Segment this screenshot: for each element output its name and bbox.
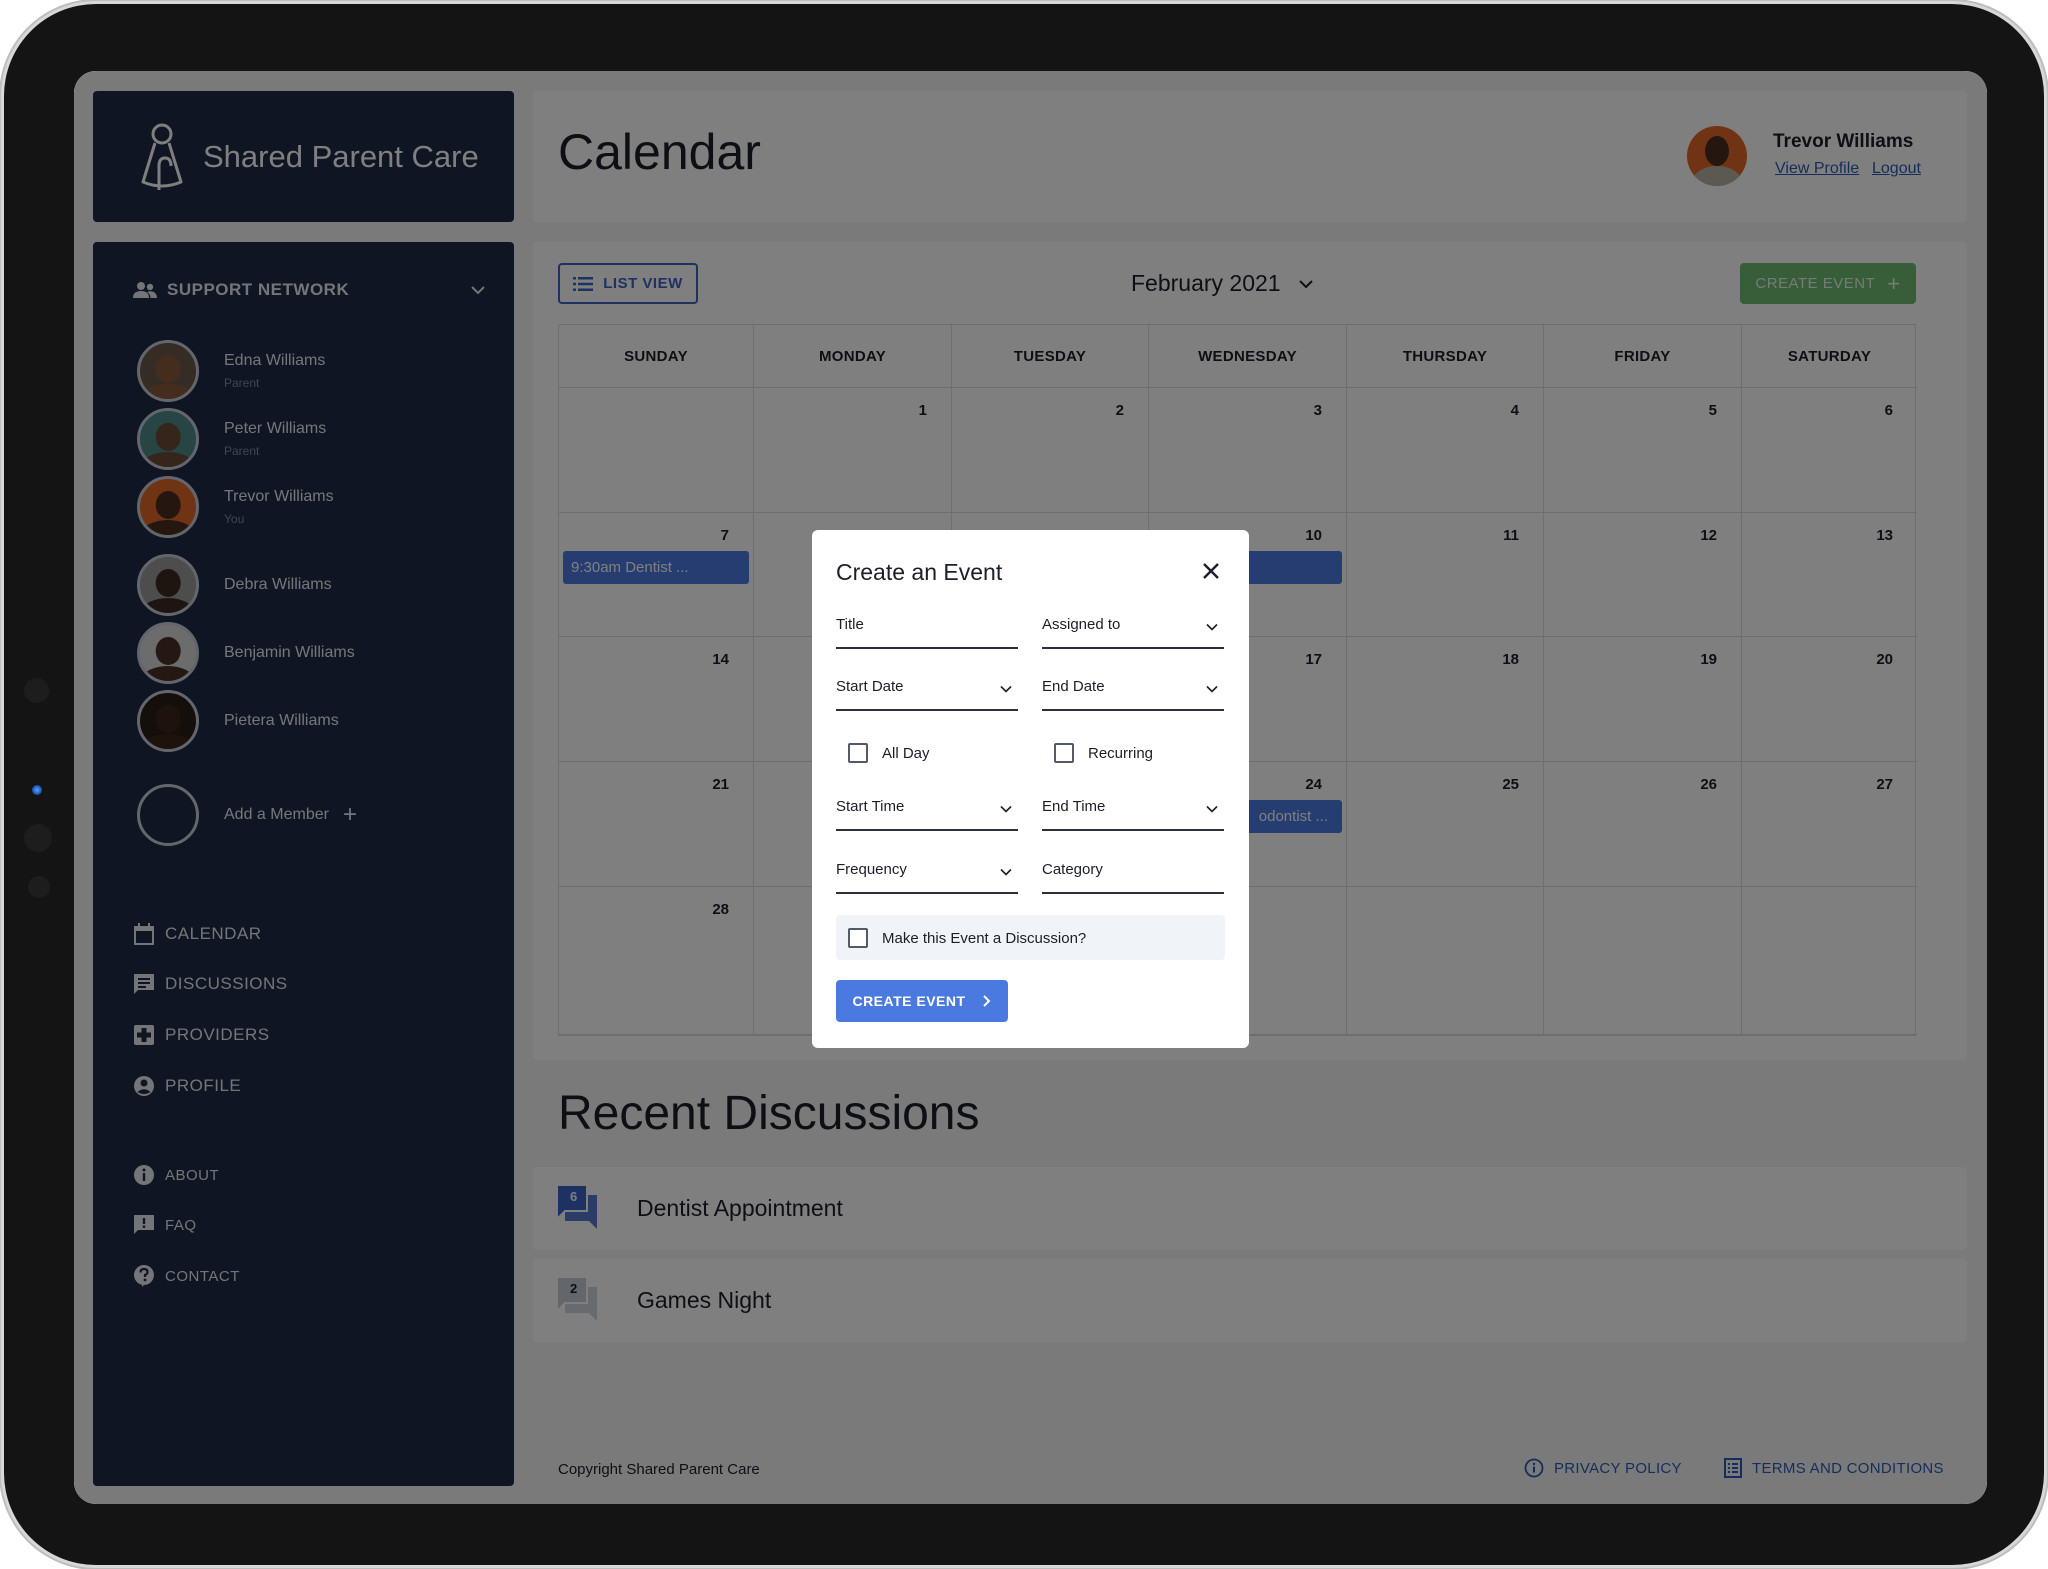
chevron-right-icon xyxy=(982,995,990,1007)
recurring-checkbox[interactable]: Recurring xyxy=(1054,743,1153,763)
category-label: Category xyxy=(1042,861,1103,878)
checkbox-unchecked-icon xyxy=(848,928,868,948)
create-event-modal: Create an Event Title Assigned to Start … xyxy=(812,530,1249,1048)
start-time-label: Start Time xyxy=(836,798,905,815)
title-input[interactable]: Title xyxy=(836,612,1018,649)
screen: Shared Parent Care SUPPORT NETWORK Edna … xyxy=(74,71,1987,1504)
frequency-select[interactable]: Frequency xyxy=(836,857,1018,894)
all-day-checkbox[interactable]: All Day xyxy=(848,743,930,763)
modal-title: Create an Event xyxy=(836,559,1003,585)
make-discussion-checkbox[interactable]: Make this Event a Discussion? xyxy=(848,928,1086,948)
assigned-to-select[interactable]: Assigned to xyxy=(1042,612,1224,649)
title-label: Title xyxy=(836,616,864,633)
close-icon[interactable] xyxy=(1200,560,1222,582)
sensor-dot xyxy=(28,876,50,898)
end-time-label: End Time xyxy=(1042,798,1106,815)
frequency-label: Frequency xyxy=(836,861,907,878)
start-time-select[interactable]: Start Time xyxy=(836,794,1018,831)
chevron-down-icon xyxy=(1206,685,1218,693)
category-input[interactable]: Category xyxy=(1042,857,1224,894)
chevron-down-icon xyxy=(1000,868,1012,876)
camera-led xyxy=(32,785,42,795)
chevron-down-icon xyxy=(1206,623,1218,631)
recurring-label: Recurring xyxy=(1088,744,1154,762)
end-time-select[interactable]: End Time xyxy=(1042,794,1224,831)
tablet-device: Shared Parent Care SUPPORT NETWORK Edna … xyxy=(4,4,2044,1565)
sensor-dot xyxy=(24,678,49,703)
start-date-label: Start Date xyxy=(836,678,904,695)
modal-create-event-label: CREATE EVENT xyxy=(852,993,966,1009)
end-date-select[interactable]: End Date xyxy=(1042,674,1224,711)
chevron-down-icon xyxy=(1206,805,1218,813)
start-date-select[interactable]: Start Date xyxy=(836,674,1018,711)
assigned-to-label: Assigned to xyxy=(1042,616,1121,633)
modal-create-event-button[interactable]: CREATE EVENT xyxy=(836,980,1008,1022)
all-day-label: All Day xyxy=(882,744,930,762)
chevron-down-icon xyxy=(1000,685,1012,693)
checkbox-unchecked-icon xyxy=(848,743,868,763)
make-discussion-label: Make this Event a Discussion? xyxy=(882,929,1087,947)
end-date-label: End Date xyxy=(1042,678,1105,695)
checkbox-unchecked-icon xyxy=(1054,743,1074,763)
chevron-down-icon xyxy=(1000,805,1012,813)
make-discussion-panel: Make this Event a Discussion? xyxy=(836,915,1225,960)
camera-lens xyxy=(24,824,52,852)
